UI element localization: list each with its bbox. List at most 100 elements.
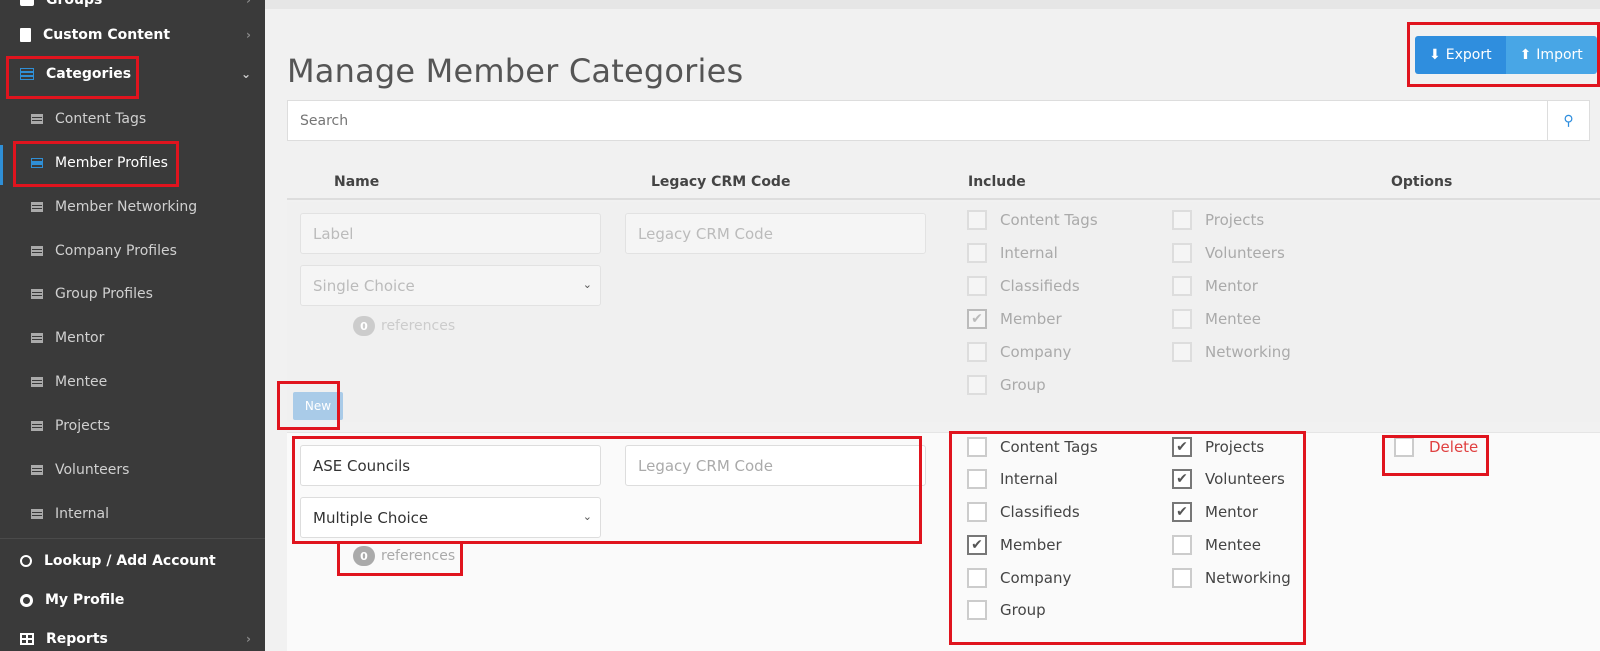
sidebar-item-label: Volunteers: [55, 462, 130, 478]
sidebar-item-volunteers[interactable]: Volunteers: [0, 458, 265, 482]
sidebar-item-my-profile[interactable]: My Profile: [0, 588, 265, 612]
checkbox[interactable]: [967, 375, 987, 395]
highlight-box: [337, 541, 463, 576]
sidebar-item-company-profiles[interactable]: Company Profiles: [0, 239, 265, 263]
choice-select[interactable]: Single Choice ⌄: [300, 265, 601, 306]
divider: [0, 538, 265, 539]
references-count: 0 references: [353, 316, 455, 336]
highlight-box: [13, 141, 179, 187]
checkbox[interactable]: [967, 210, 987, 230]
references-label: references: [381, 318, 456, 334]
checkbox-label: Content Tags: [1000, 211, 1098, 229]
sidebar-item-custom-content[interactable]: Custom Content ›: [0, 23, 265, 47]
include-volunteers[interactable]: Volunteers: [1172, 243, 1285, 263]
checkbox[interactable]: ✔: [967, 309, 987, 329]
list-icon: [31, 202, 43, 212]
top-strip: [265, 0, 1600, 9]
checkbox-label: Projects: [1205, 211, 1265, 229]
highlight-box: [1407, 22, 1600, 87]
sidebar-item-lookup-add-account[interactable]: Lookup / Add Account: [0, 549, 265, 573]
sidebar-item-label: Content Tags: [55, 111, 147, 127]
sidebar-item-mentee[interactable]: Mentee: [0, 370, 265, 394]
chevron-right-icon: ›: [246, 632, 251, 646]
header-include: Include: [968, 174, 1026, 190]
checkbox[interactable]: [1172, 309, 1192, 329]
sidebar-item-label: Projects: [55, 418, 111, 434]
checkbox-label: Networking: [1205, 343, 1291, 361]
users-icon: [20, 0, 34, 6]
highlight-box: [6, 56, 139, 99]
include-internal[interactable]: Internal: [967, 243, 1058, 263]
checkbox[interactable]: [967, 342, 987, 362]
search-icon: ⚲: [1563, 112, 1574, 129]
sidebar-item-reports[interactable]: Reports ›: [0, 627, 265, 651]
table-icon: [20, 633, 34, 645]
search-input[interactable]: [288, 101, 1547, 140]
label-input[interactable]: Label: [300, 213, 601, 254]
include-content-tags[interactable]: Content Tags: [967, 210, 1098, 230]
list-icon: [31, 114, 43, 124]
sidebar-item-mentor[interactable]: Mentor: [0, 326, 265, 350]
sidebar-item-label: Lookup / Add Account: [44, 553, 216, 569]
checkbox-label: Mentee: [1205, 310, 1262, 328]
checkbox-label: Member: [1000, 310, 1062, 328]
sidebar-item-internal[interactable]: Internal: [0, 502, 265, 526]
checkbox-label: Classifieds: [1000, 277, 1080, 295]
checkbox[interactable]: [1172, 210, 1192, 230]
header-name: Name: [334, 174, 380, 190]
sidebar: Groups › Custom Content › Categories ⌄ C…: [0, 0, 265, 651]
include-classifieds[interactable]: Classifieds: [967, 276, 1080, 296]
sidebar-item-member-networking[interactable]: Member Networking: [0, 195, 265, 219]
checkbox[interactable]: [967, 243, 987, 263]
sidebar-item-groups[interactable]: Groups ›: [0, 0, 265, 12]
sidebar-item-label: Reports: [46, 631, 108, 647]
chevron-down-icon: ⌄: [582, 278, 592, 291]
sidebar-item-content-tags[interactable]: Content Tags: [0, 107, 265, 131]
include-projects[interactable]: Projects: [1172, 210, 1264, 230]
checkbox-label: Company: [1000, 343, 1072, 361]
highlight-box: [292, 436, 922, 544]
search-button[interactable]: ⚲: [1547, 101, 1589, 140]
include-mentor[interactable]: Mentor: [1172, 276, 1258, 296]
sidebar-item-label: Mentor: [55, 330, 105, 346]
gear-icon: [20, 593, 33, 607]
list-icon: [31, 289, 43, 299]
search-bar: ⚲: [287, 100, 1590, 141]
main-content: Manage Member Categories ⬇ Export ⬆ Impo…: [265, 0, 1600, 651]
sidebar-item-label: Mentee: [55, 374, 108, 390]
highlight-box: [949, 431, 1306, 645]
checkbox[interactable]: [1172, 342, 1192, 362]
checkbox-label: Group: [1000, 376, 1046, 394]
include-mentee[interactable]: Mentee: [1172, 309, 1261, 329]
checkbox[interactable]: [1172, 276, 1192, 296]
include-company[interactable]: Company: [967, 342, 1071, 362]
sidebar-item-label: Custom Content: [43, 27, 171, 43]
sidebar-item-label: Group Profiles: [55, 286, 153, 302]
header-legacy-crm-code: Legacy CRM Code: [651, 174, 791, 190]
legacy-crm-code-input[interactable]: Legacy CRM Code: [625, 213, 926, 254]
select-value: Single Choice: [313, 276, 415, 295]
sidebar-item-projects[interactable]: Projects: [0, 414, 265, 438]
list-icon: [31, 246, 43, 256]
references-badge: 0: [353, 316, 375, 336]
highlight-box: [277, 381, 340, 430]
sidebar-item-label: Company Profiles: [55, 243, 177, 259]
checkbox[interactable]: [1172, 243, 1192, 263]
new-category-row: Label Legacy CRM Code Single Choice ⌄ 0 …: [287, 202, 1600, 422]
list-icon: [31, 465, 43, 475]
checkbox-label: Volunteers: [1205, 244, 1285, 262]
page-title: Manage Member Categories: [287, 52, 744, 90]
checkbox[interactable]: [967, 276, 987, 296]
include-member[interactable]: ✔ Member: [967, 309, 1062, 329]
sidebar-item-label: Member Networking: [55, 199, 198, 215]
list-icon: [31, 509, 43, 519]
sidebar-item-label: My Profile: [45, 592, 125, 608]
chevron-down-icon: ⌄: [240, 67, 251, 81]
highlight-box: [1382, 435, 1489, 476]
sidebar-item-label: Groups: [46, 0, 103, 8]
sidebar-item-group-profiles[interactable]: Group Profiles: [0, 282, 265, 306]
header-options: Options: [1391, 174, 1453, 190]
include-networking[interactable]: Networking: [1172, 342, 1291, 362]
include-group[interactable]: Group: [967, 375, 1046, 395]
document-icon: [20, 28, 31, 42]
